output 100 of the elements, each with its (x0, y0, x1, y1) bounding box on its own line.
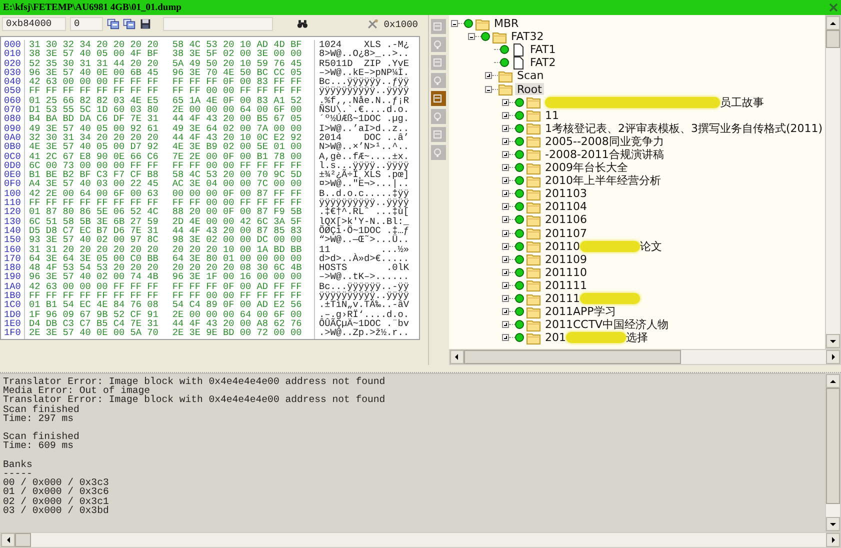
save-icon[interactable] (140, 17, 151, 31)
folder-icon (526, 330, 541, 345)
copy-icon[interactable] (123, 17, 136, 31)
tree-item[interactable]: FAT32 (508, 30, 546, 43)
tree-item[interactable]: FAT1 (528, 44, 558, 56)
scrollbar[interactable] (825, 15, 841, 349)
expander-button[interactable] (502, 295, 509, 302)
ascii-text: “>W@..—Œ˜>...Ü.. (319, 235, 410, 245)
expander-button[interactable] (502, 138, 509, 145)
tree-item[interactable]: 201111 (542, 279, 589, 292)
expander-button[interactable] (502, 112, 509, 119)
hex-bytes: D1 53 55 5C 1D 60 03 80 (29, 105, 158, 114)
scrollbar[interactable] (825, 373, 841, 532)
expander-button[interactable] (502, 164, 509, 172)
hex-bytes: FF FF 00 00 FF FF FF FF (172, 291, 302, 300)
tree-item[interactable]: MBR (492, 18, 521, 30)
expander-button[interactable] (502, 334, 509, 342)
binoculars-icon[interactable] (297, 18, 308, 30)
hex-bytes: 64 3E 80 01 00 00 00 00 (172, 254, 302, 264)
expander-button[interactable] (502, 321, 509, 328)
row-offset: 030 (4, 68, 22, 78)
ascii-text: 2014 DOC ..â’ (319, 132, 410, 142)
tree-item[interactable]: 2011CCTV中国经济人物 (542, 318, 671, 331)
expander-button[interactable] (450, 20, 458, 28)
tree-item[interactable]: 201104 (542, 200, 589, 213)
hex-bytes: 2E 00 00 00 64 00 6F 00 (172, 105, 302, 114)
expander-button[interactable] (468, 33, 475, 40)
folder-icon (526, 95, 541, 110)
row-offset: 050 (4, 86, 22, 96)
ascii-text: Bc...ÿÿÿÿÿÿ..ƒÿÿ (319, 77, 410, 86)
scrollbar[interactable] (0, 532, 841, 548)
expander-button[interactable] (502, 216, 509, 224)
tree-item[interactable]: 20111 (542, 292, 642, 305)
tool-button[interactable] (431, 91, 446, 106)
hex-bytes: 44 4F 43 20 00 87 85 83 (172, 226, 302, 236)
log-line: 01 / 0x000 / 0x3c6 (3, 487, 110, 497)
expander-button[interactable] (502, 282, 509, 289)
folder-icon (526, 186, 541, 201)
tree-item[interactable]: 20110 论文 (542, 240, 664, 252)
ascii-text: ÿÿÿÿÿÿÿÿÿÿ..ÿÿÿÿ (319, 198, 410, 208)
tree-item[interactable]: 201107 (542, 227, 589, 240)
tree-item[interactable]: -2008-2011合规演讲稿 (542, 148, 666, 160)
tree-item[interactable]: FAT2 (528, 56, 558, 69)
folder-icon (526, 304, 541, 319)
hex-bytes: 32 30 31 34 20 20 20 20 (29, 132, 158, 142)
ascii-text: ´º½ÚÆß~1DOC .µg. (319, 114, 410, 124)
row-offset: 070 (4, 105, 22, 114)
tree-item[interactable]: 201109 (542, 253, 589, 266)
expander-button[interactable] (502, 177, 509, 184)
offset-field[interactable]: 0 (70, 17, 103, 31)
expander-button[interactable] (502, 242, 509, 250)
expander-button[interactable] (502, 308, 509, 316)
expander-button[interactable] (484, 86, 492, 93)
row-offset: 060 (4, 96, 22, 106)
ascii-text: ÕØÇì·Ö~1DOC .‡…ƒ (319, 226, 410, 236)
tree-item[interactable]: 2010年上半年经营分析 (542, 174, 663, 187)
window-title: E:\kfsj\FETEMP\AU6981 4GB\01_01.dump (3, 2, 182, 12)
tree-item[interactable]: Root (514, 83, 544, 96)
hex-bytes: FF FF FF 0F 00 83 FF FF (172, 77, 302, 86)
hex-bytes: FF FF FF 0F 00 AD FF FF (172, 282, 302, 292)
tools-icon[interactable] (367, 17, 380, 31)
expander-button[interactable] (502, 190, 509, 198)
tree-item[interactable]: Scan (514, 70, 546, 82)
expander-button[interactable] (502, 256, 509, 263)
row-offset: 1F0 (4, 328, 22, 338)
tree-item[interactable]: 11 (542, 109, 561, 122)
hex-bytes: FF FF FF FF FF FF FF FF (29, 291, 158, 300)
expander-button[interactable] (502, 203, 509, 210)
tool-glyph-icon (433, 130, 442, 139)
tree-item[interactable]: 201110 (542, 266, 589, 278)
tree-item[interactable]: 2011APP学习 (542, 306, 618, 318)
tree-item[interactable]: 201 选择 (542, 332, 650, 344)
expander-button[interactable] (502, 124, 509, 132)
ascii-text: ±¾²¿Ã÷Ï¸XLS .pœ] (319, 170, 410, 180)
row-offset: 170 (4, 254, 22, 264)
expander-button[interactable] (484, 72, 492, 80)
folder-icon (526, 108, 541, 122)
copy-icon[interactable] (106, 17, 120, 31)
tree-item[interactable]: 2009年台长大全 (542, 162, 630, 174)
tree-item[interactable]: 2005--2008同业竞争力 (542, 135, 666, 148)
tree-item[interactable]: 201106 (542, 214, 589, 226)
scrollbar[interactable] (448, 349, 841, 365)
expander-button[interactable] (502, 98, 509, 106)
hex-bytes: 44 4F 43 20 00 A8 62 76 (172, 318, 302, 328)
expander-button[interactable] (502, 268, 509, 276)
log-line: Banks (3, 460, 34, 469)
expander-button[interactable] (502, 150, 509, 158)
address-field[interactable]: 0xb84000 (2, 17, 66, 31)
folder-icon (526, 318, 541, 332)
expander-button[interactable] (502, 230, 509, 237)
file-icon (510, 56, 526, 70)
close-icon[interactable] (829, 3, 838, 12)
tree-item[interactable]: 201103 (542, 188, 589, 200)
tree-item[interactable]: 1考核登记表、2评审表模板、3撰写业务自传格式(2011) (542, 122, 825, 134)
tool-glyph-icon (433, 94, 442, 103)
tree-item[interactable]: 员工故事 (542, 96, 766, 108)
hex-bytes: 4E 3E B9 02 00 5E 01 00 (172, 142, 302, 152)
ascii-text: –>W@..kE–>pNP¼Ì. (319, 68, 410, 78)
ascii-text: I>W@..’aI>d..z.. (319, 124, 410, 133)
search-field[interactable] (162, 17, 274, 31)
